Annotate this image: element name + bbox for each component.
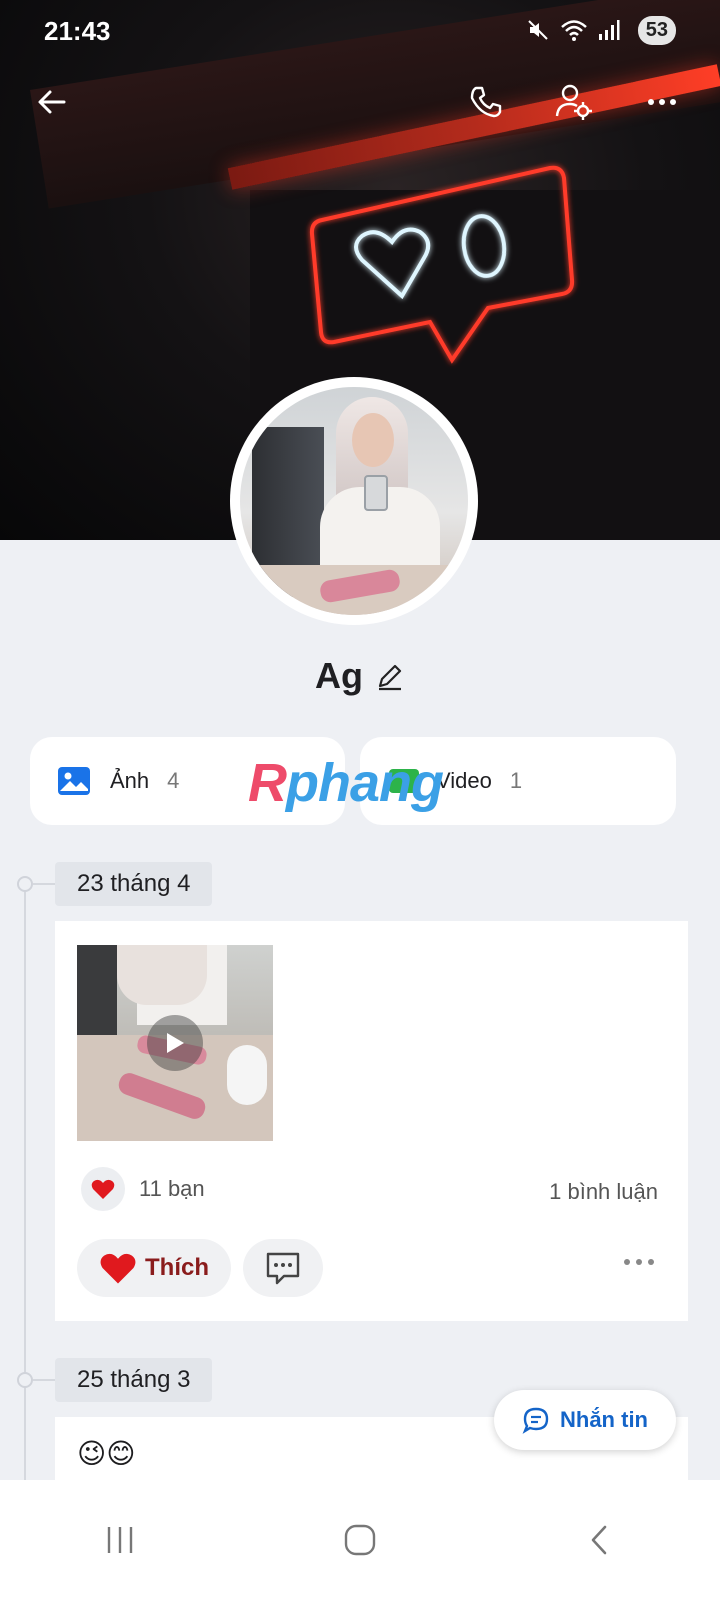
user-settings-icon <box>555 84 592 120</box>
like-button[interactable]: Thích <box>77 1239 231 1297</box>
post-more-button[interactable] <box>624 1259 654 1265</box>
chevron-left-icon <box>591 1525 607 1555</box>
signal-icon <box>599 20 620 40</box>
avatar[interactable] <box>230 377 478 625</box>
wifi-icon <box>561 20 587 41</box>
home-button[interactable] <box>320 1500 400 1580</box>
home-icon <box>344 1524 376 1556</box>
timeline-post: 11 bạn 1 bình luận Thích <box>55 921 688 1321</box>
profile-settings-button[interactable] <box>550 78 598 126</box>
profile-top-bar <box>0 78 720 126</box>
message-button[interactable]: Nhắn tin <box>494 1390 676 1450</box>
timeline-connector <box>33 883 55 885</box>
comment-icon <box>266 1252 300 1285</box>
timeline-dot <box>17 876 33 892</box>
recents-icon <box>107 1527 133 1553</box>
profile-name: Ag <box>315 655 363 696</box>
comment-count[interactable]: 1 bình luận <box>549 1179 658 1205</box>
status-time: 21:43 <box>44 16 111 46</box>
battery-indicator: 53 <box>637 16 676 45</box>
back-button[interactable] <box>28 78 76 126</box>
photos-count: 4 <box>167 768 180 793</box>
timeline-connector <box>33 1379 55 1381</box>
date-chip: 23 tháng 4 <box>55 862 213 906</box>
reaction-summary[interactable]: 11 bạn <box>81 1167 205 1211</box>
heart-icon <box>100 1253 136 1284</box>
heart-reaction-icon <box>81 1167 125 1211</box>
more-options-button[interactable] <box>638 78 686 126</box>
timeline-dot <box>17 1372 33 1388</box>
chat-icon <box>522 1407 549 1434</box>
photos-label: Ảnh <box>110 768 150 793</box>
videos-count: 1 <box>509 768 523 793</box>
comment-button[interactable] <box>243 1239 323 1297</box>
reaction-count: 11 bạn <box>139 1176 205 1201</box>
play-icon <box>147 1015 203 1071</box>
watermark-logo: Rphang <box>248 753 444 813</box>
mute-icon <box>528 20 548 40</box>
image-icon <box>58 767 90 795</box>
call-button[interactable] <box>462 78 510 126</box>
date-chip: 25 tháng 3 <box>55 1358 213 1402</box>
post-text: 😉😊 <box>77 1438 136 1469</box>
message-label: Nhắn tin <box>560 1407 648 1432</box>
more-horizontal-icon <box>648 99 676 105</box>
profile-name-row: Ag <box>0 655 720 697</box>
system-nav-bar <box>0 1480 720 1600</box>
avatar-image <box>240 387 468 615</box>
phone-icon <box>470 86 502 118</box>
status-bar: 21:43 53 <box>0 0 720 62</box>
timeline-line <box>24 884 26 1484</box>
system-back-button[interactable] <box>560 1500 640 1580</box>
neon-like-sign <box>309 165 575 364</box>
recent-apps-button[interactable] <box>80 1500 160 1580</box>
like-label: Thích <box>145 1254 209 1281</box>
pencil-icon[interactable] <box>375 661 405 691</box>
video-thumbnail[interactable] <box>77 945 273 1141</box>
back-arrow-icon <box>38 90 66 114</box>
videos-label: Video <box>436 768 492 793</box>
